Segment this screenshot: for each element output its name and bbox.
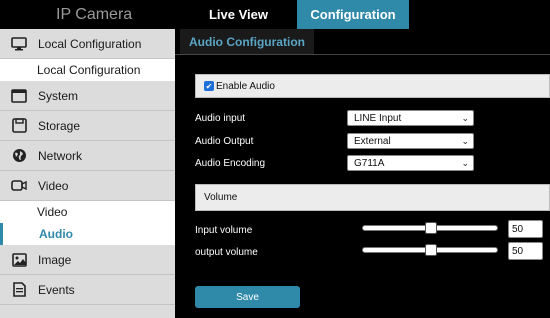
audio-output-value: External xyxy=(354,135,391,147)
globe-icon xyxy=(11,148,27,164)
volume-header: Volume xyxy=(195,184,550,211)
section-tab-audio-configuration[interactable]: Audio Configuration xyxy=(180,29,314,55)
audio-input-label: Audio input xyxy=(195,113,246,124)
audio-encoding-value: G711A xyxy=(354,157,385,169)
sidebar-item-video[interactable]: Video xyxy=(0,171,175,201)
sidebar: Local Configuration Local Configuration … xyxy=(0,29,175,318)
sidebar-item-storage[interactable]: Storage xyxy=(0,111,175,141)
save-button[interactable]: Save xyxy=(195,286,300,308)
volume-title: Volume xyxy=(204,192,238,203)
chevron-down-icon: ⌄ xyxy=(461,136,469,146)
section-divider xyxy=(175,54,550,55)
tab-configuration[interactable]: Configuration xyxy=(297,0,409,29)
sidebar-item-events[interactable]: Events xyxy=(0,275,175,305)
sidebar-subitem-audio[interactable]: Audio xyxy=(0,223,175,245)
audio-input-value: LINE Input xyxy=(354,112,402,124)
input-volume-label: Input volume xyxy=(195,225,253,236)
audio-encoding-label: Audio Encoding xyxy=(195,158,266,169)
sidebar-item-system[interactable]: System xyxy=(0,81,175,111)
enable-audio-checkbox[interactable]: ✔ xyxy=(204,81,214,91)
sidebar-item-label: Local Configuration xyxy=(38,36,142,51)
sidebar-subitem-video[interactable]: Video xyxy=(0,201,175,223)
sidebar-item-label: Storage xyxy=(38,118,81,133)
sidebar-item-network[interactable]: Network xyxy=(0,141,175,171)
tab-live-view[interactable]: Live View xyxy=(180,0,297,29)
audio-output-select[interactable]: External ⌄ xyxy=(347,133,474,149)
sidebar-item-label: System xyxy=(38,88,79,103)
output-volume-field[interactable]: 50 xyxy=(508,242,543,260)
sidebar-subitem-local-configuration[interactable]: Local Configuration xyxy=(0,59,175,81)
monitor-icon xyxy=(11,36,27,52)
output-volume-label: output volume xyxy=(195,247,258,258)
input-volume-field[interactable]: 50 xyxy=(508,220,543,238)
sidebar-item-label: Image xyxy=(38,252,72,267)
chevron-down-icon: ⌄ xyxy=(461,113,469,123)
chevron-down-icon: ⌄ xyxy=(461,158,469,168)
image-icon xyxy=(11,252,27,268)
video-icon xyxy=(11,178,27,194)
output-volume-slider-handle[interactable] xyxy=(425,244,437,256)
sidebar-item-label: Audio xyxy=(39,227,73,241)
enable-audio-label: Enable Audio xyxy=(216,80,275,92)
enable-audio-row: ✔ Enable Audio xyxy=(195,74,550,98)
top-bar: IP Camera Live View Configuration xyxy=(0,0,550,29)
storage-icon xyxy=(11,118,27,134)
sidebar-item-label: Local Configuration xyxy=(37,63,141,77)
sidebar-item-label: Events xyxy=(38,282,75,297)
audio-encoding-select[interactable]: G711A ⌄ xyxy=(347,155,474,171)
events-icon xyxy=(11,282,27,298)
sidebar-item-local-configuration[interactable]: Local Configuration xyxy=(0,29,175,59)
active-indicator xyxy=(0,223,3,245)
main-content: Audio Configuration ✔ Enable Audio Audio… xyxy=(175,29,550,318)
audio-output-label: Audio Output xyxy=(195,136,254,147)
audio-input-select[interactable]: LINE Input ⌄ xyxy=(347,110,474,126)
system-icon xyxy=(11,88,27,104)
sidebar-item-image[interactable]: Image xyxy=(0,245,175,275)
sidebar-item-label: Video xyxy=(37,205,68,219)
sidebar-item-label: Network xyxy=(38,148,83,163)
input-volume-slider-handle[interactable] xyxy=(425,222,437,234)
sidebar-item-label: Video xyxy=(38,178,69,193)
app-brand: IP Camera xyxy=(56,5,133,23)
